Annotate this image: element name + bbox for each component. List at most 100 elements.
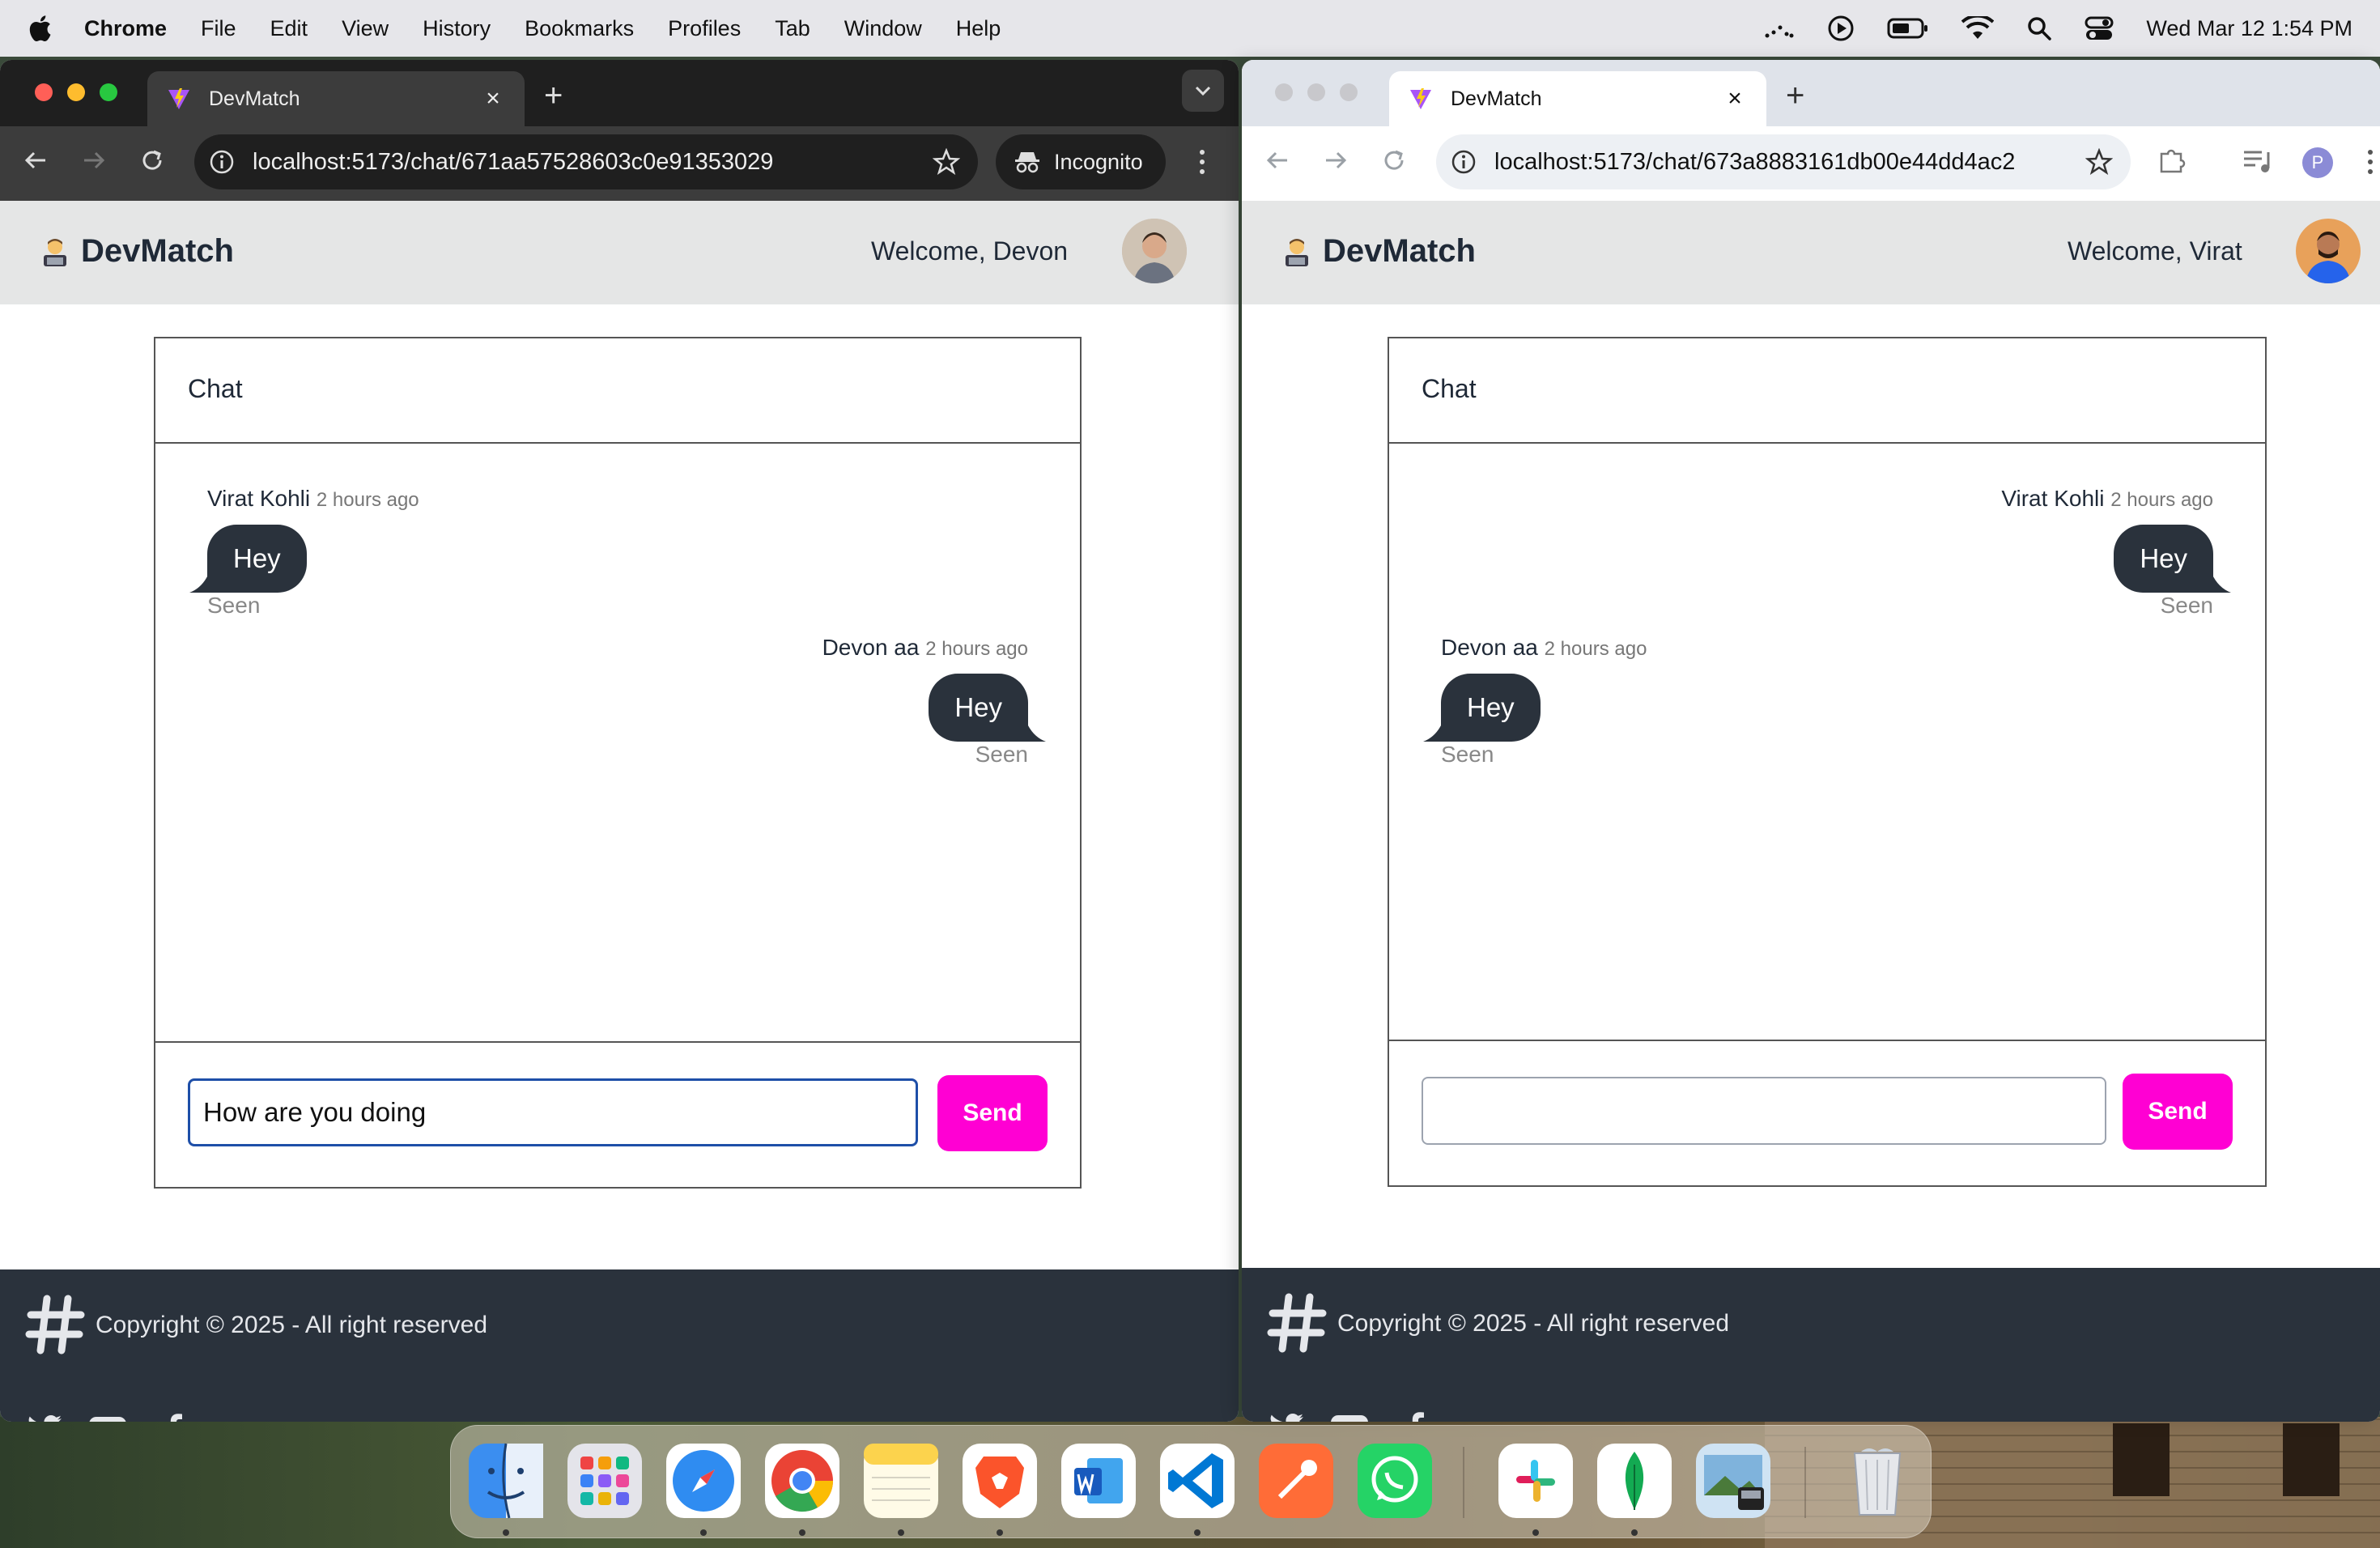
forward-arrow-icon[interactable] [1320, 144, 1352, 176]
launchpad-icon[interactable] [564, 1440, 645, 1521]
notes-icon[interactable] [861, 1440, 941, 1521]
brand-link[interactable]: DevMatch [1281, 233, 1476, 270]
reload-icon[interactable] [136, 144, 168, 176]
slack-icon[interactable] [1495, 1440, 1576, 1521]
battery-icon[interactable] [1887, 17, 1929, 40]
incognito-badge[interactable]: Incognito [996, 134, 1166, 189]
menu-edit[interactable]: Edit [270, 16, 308, 41]
window-minimize-control[interactable] [1307, 83, 1326, 102]
tab-title: DevMatch [1451, 87, 1542, 110]
tab-close-icon[interactable]: × [1723, 85, 1747, 113]
menu-app-name[interactable]: Chrome [84, 16, 167, 41]
message-time: 2 hours ago [2110, 489, 2213, 511]
profile-avatar-button[interactable]: P [2302, 147, 2333, 178]
menu-window[interactable]: Window [844, 16, 922, 41]
menu-tab[interactable]: Tab [775, 16, 810, 41]
facebook-icon[interactable] [154, 1409, 194, 1422]
welcome-text: Welcome, Devon [871, 236, 1069, 266]
brave-icon[interactable] [959, 1440, 1040, 1521]
message-input[interactable] [188, 1078, 918, 1146]
facebook-icon[interactable] [1396, 1407, 1436, 1422]
whatsapp-icon[interactable] [1354, 1440, 1435, 1521]
user-avatar[interactable] [2296, 219, 2361, 283]
kebab-menu-icon[interactable] [1190, 146, 1214, 178]
menu-file[interactable]: File [201, 16, 236, 41]
vite-favicon-icon [168, 88, 189, 109]
extensions-puzzle-icon[interactable] [2157, 146, 2187, 176]
chrome-window-normal: DevMatch × + localhost:5173/chat/673a888… [1242, 60, 2380, 1422]
window-maximize-control[interactable] [1339, 83, 1358, 102]
menu-history[interactable]: History [423, 16, 491, 41]
bookmark-star-icon[interactable] [2085, 148, 2113, 176]
tab-close-icon[interactable]: × [481, 85, 505, 113]
technologist-emoji-icon [1286, 238, 1308, 266]
back-arrow-icon[interactable] [19, 144, 52, 176]
address-bar[interactable]: localhost:5173/chat/673a8883161db00e44dd… [1436, 134, 2131, 189]
word-icon[interactable] [1058, 1440, 1139, 1521]
message-input[interactable] [1422, 1077, 2106, 1145]
spotlight-search-icon[interactable] [2026, 15, 2052, 41]
apple-logo-icon[interactable] [28, 14, 52, 43]
mongodb-icon[interactable] [1594, 1440, 1675, 1521]
technologist-emoji-icon [44, 238, 66, 266]
address-bar[interactable]: localhost:5173/chat/671aa57528603c0e9135… [194, 134, 978, 189]
wifi-icon[interactable] [1961, 16, 1995, 40]
site-info-icon[interactable] [1451, 149, 1477, 175]
message-status: Seen [2160, 593, 2213, 618]
window-maximize-control[interactable] [99, 83, 118, 102]
send-button[interactable]: Send [2123, 1074, 2233, 1150]
message-bubble: Hey [2114, 525, 2213, 593]
vite-favicon-icon [1410, 88, 1431, 109]
chrome-icon[interactable] [762, 1440, 843, 1521]
menu-clock[interactable]: Wed Mar 12 1:54 PM [2146, 16, 2352, 41]
menu-profiles[interactable]: Profiles [668, 16, 741, 41]
twitter-icon[interactable] [1266, 1407, 1307, 1422]
tab-search-button[interactable] [1182, 70, 1224, 112]
window-minimize-control[interactable] [66, 83, 86, 102]
chat-composer: Send [155, 1041, 1080, 1187]
site-info-icon[interactable] [209, 149, 235, 175]
url-text: localhost:5173/chat/673a8883161db00e44dd… [1494, 148, 2016, 175]
menu-view[interactable]: View [342, 16, 389, 41]
message-header: Devon aa 2 hours ago [1441, 635, 1647, 661]
running-indicator [700, 1529, 707, 1536]
window-close-control[interactable] [1274, 83, 1294, 102]
preview-icon[interactable] [1693, 1440, 1774, 1521]
app-navbar: DevMatch Welcome, Devon [0, 201, 1239, 304]
safari-icon[interactable] [663, 1440, 744, 1521]
chrome-window-incognito: DevMatch × + localhost:5173/chat/671aa57… [0, 60, 1239, 1422]
reload-icon[interactable] [1378, 144, 1410, 176]
postman-icon[interactable] [1256, 1440, 1337, 1521]
twitter-icon[interactable] [24, 1409, 65, 1422]
bookmark-star-icon[interactable] [933, 148, 960, 176]
trash-icon[interactable] [1837, 1440, 1918, 1521]
send-button[interactable]: Send [937, 1075, 1048, 1151]
media-control-icon[interactable] [2242, 147, 2272, 175]
running-indicator [799, 1529, 805, 1536]
user-avatar[interactable] [1122, 219, 1187, 283]
new-tab-button[interactable]: + [1786, 79, 1804, 112]
back-arrow-icon[interactable] [1261, 144, 1294, 176]
youtube-icon[interactable] [87, 1409, 128, 1422]
message-header: Devon aa 2 hours ago [822, 635, 1028, 661]
app-navbar: DevMatch Welcome, Virat [1242, 201, 2380, 304]
menu-help[interactable]: Help [956, 16, 1001, 41]
running-indicator [1532, 1529, 1539, 1536]
new-tab-button[interactable]: + [544, 79, 563, 112]
window-close-control[interactable] [34, 83, 53, 102]
finder-icon[interactable] [465, 1440, 546, 1521]
vscode-icon[interactable] [1157, 1440, 1238, 1521]
message-bubble: Hey [929, 674, 1028, 742]
control-center-icon[interactable] [2085, 15, 2114, 41]
forward-arrow-icon[interactable] [78, 144, 110, 176]
menu-bookmarks[interactable]: Bookmarks [525, 16, 634, 41]
kebab-menu-icon[interactable] [2361, 146, 2380, 178]
youtube-icon[interactable] [1329, 1407, 1370, 1422]
play-icon[interactable] [1827, 15, 1855, 42]
browser-tab-devmatch[interactable]: DevMatch × [1389, 71, 1766, 126]
chat-header: Chat [1389, 338, 2265, 444]
browser-tab-devmatch[interactable]: DevMatch × [147, 71, 525, 126]
brand-link[interactable]: DevMatch [39, 233, 234, 270]
running-indicator [503, 1529, 509, 1536]
screen-recording-icon[interactable] [1762, 16, 1795, 40]
